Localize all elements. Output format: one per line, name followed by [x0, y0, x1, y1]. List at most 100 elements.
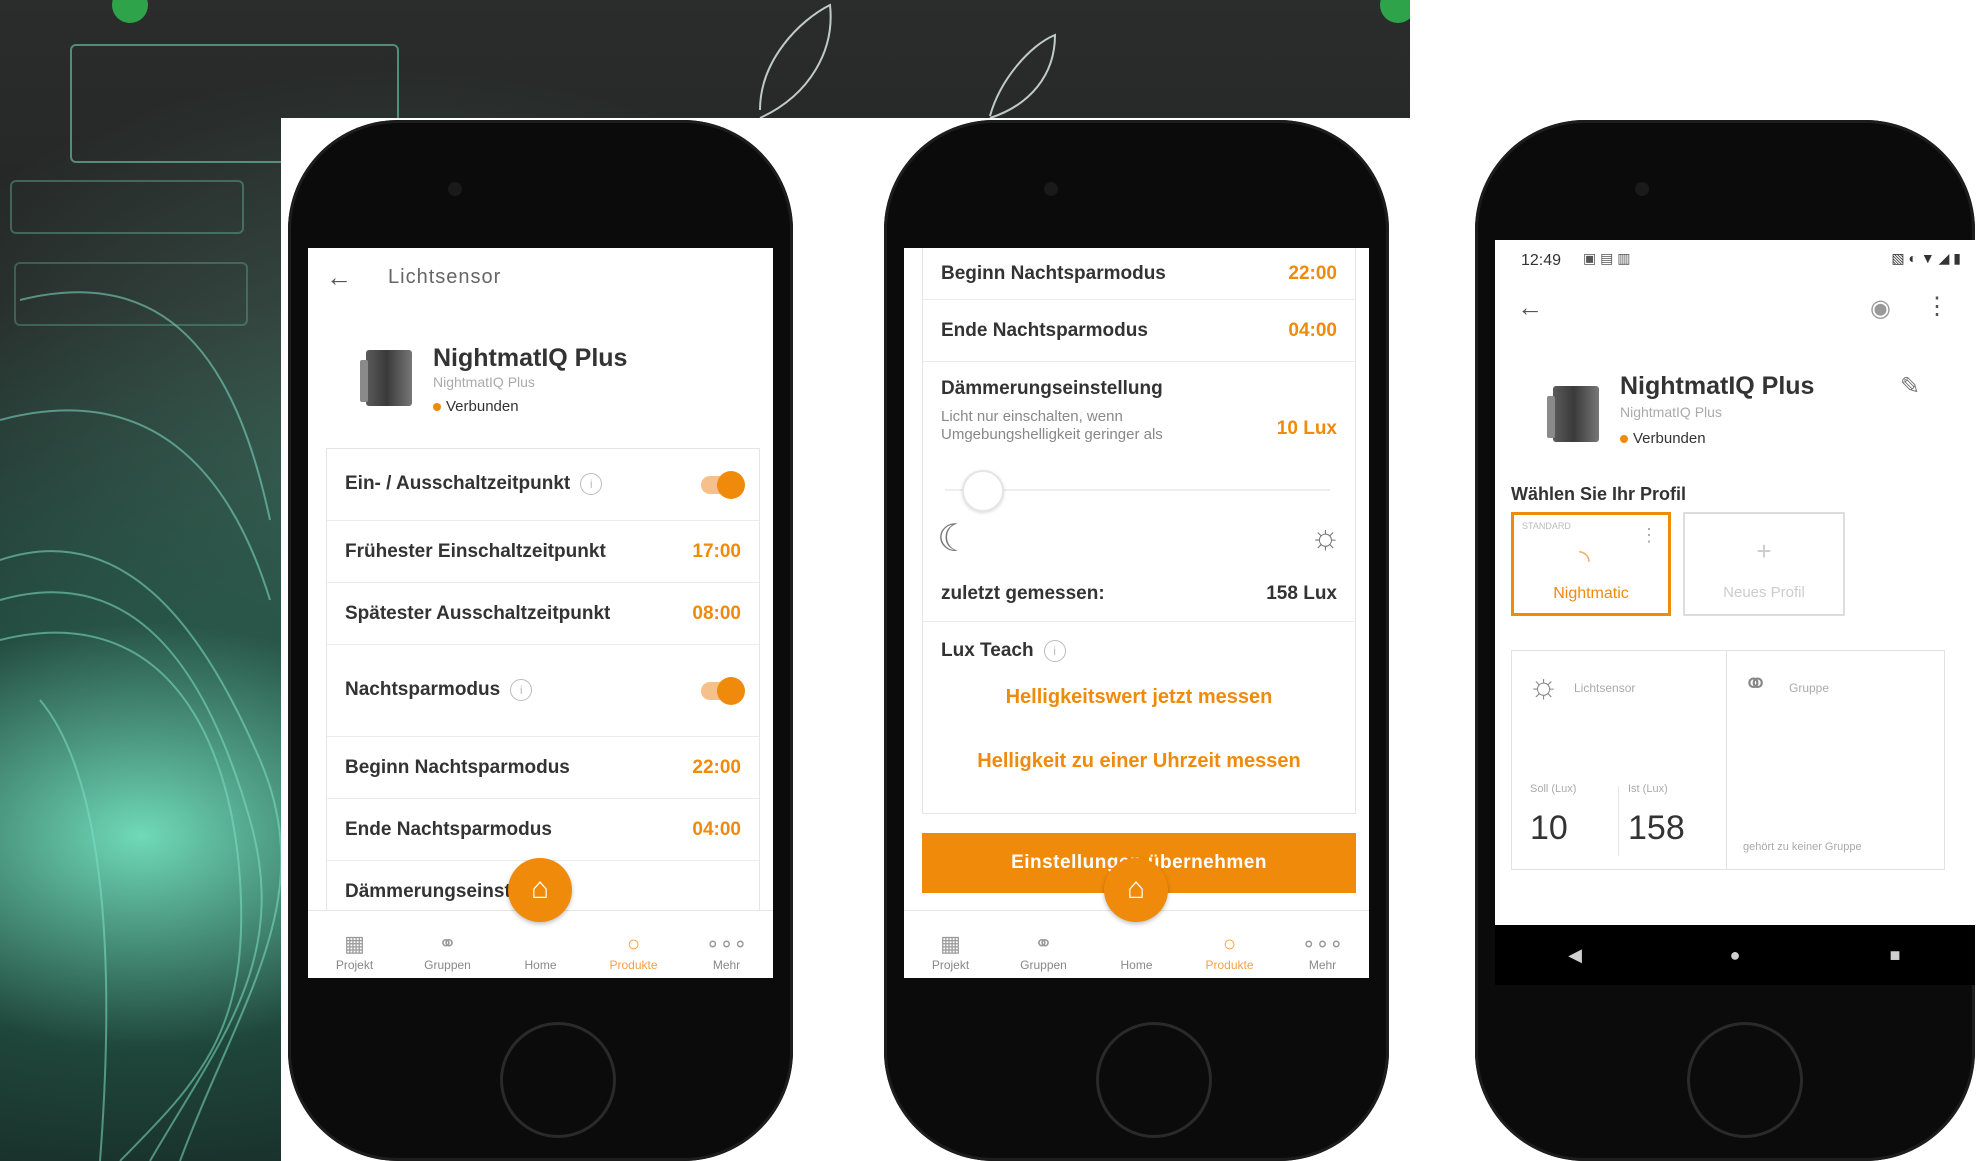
row-value: 22:00 — [1288, 262, 1337, 284]
hardware-home-button — [1096, 1022, 1212, 1138]
tab-mehr[interactable]: ∘∘∘ Mehr — [687, 930, 767, 972]
profile-card-new[interactable]: + Neues Profil — [1683, 512, 1845, 616]
group-note: gehört zu keiner Gruppe — [1743, 841, 1862, 853]
lux-teach-label: Lux Teach i — [941, 640, 1066, 662]
system-icons: ▧ ◐ ▼ ◢ ▮ — [1891, 250, 1961, 266]
profile-heading: Wählen Sie Ihr Profil — [1511, 484, 1687, 504]
measure-at-time-link[interactable]: Helligkeit zu einer Uhrzeit messen — [923, 750, 1355, 773]
notification-icons: ▣ ▤ ▥ — [1583, 250, 1631, 266]
group-card[interactable]: ⚭ Gruppe gehört zu keiner Gruppe — [1727, 650, 1945, 870]
row-label: Beginn Nachtsparmodus — [345, 756, 570, 778]
row-label: Beginn Nachtsparmodus — [941, 262, 1166, 284]
settings-card: Ein- / Ausschaltzeitpunkt i Frühester Ein… — [326, 448, 760, 929]
tab-label: Produkte — [1205, 958, 1254, 972]
tab-projekt[interactable]: ▦ Projekt — [315, 930, 395, 972]
row-night-start[interactable]: Beginn Nachtsparmodus 22:00 — [327, 737, 759, 799]
tab-mehr[interactable]: ∘∘∘ Mehr — [1283, 930, 1363, 972]
tab-label: Gruppen — [1020, 958, 1067, 972]
profile-new-label: Neues Profil — [1723, 584, 1805, 601]
row-on-off-time[interactable]: Ein- / Ausschaltzeitpunkt i — [327, 449, 759, 521]
nightmatic-icon: ◝ — [1579, 544, 1590, 575]
row-night-start[interactable]: Beginn Nachtsparmodus 22:00 — [923, 248, 1355, 300]
hud-bar — [14, 262, 248, 326]
tab-gruppen[interactable]: ⚭ Gruppen — [1004, 930, 1084, 972]
nav-back-icon[interactable]: ◀ — [1545, 945, 1605, 966]
profile-standard-tag: STANDARD — [1522, 521, 1571, 531]
circle-icon: ○ — [1222, 931, 1237, 956]
info-icon[interactable]: i — [580, 473, 603, 496]
toggle-switch[interactable] — [701, 676, 745, 705]
dusk-description-line-2: Umgebungshelligkeit geringer als — [941, 426, 1163, 443]
android-nav-bar: ◀ ● ■ — [1495, 925, 1975, 985]
row-night-saving[interactable]: Nachtsparmodus i — [327, 645, 759, 737]
groups-icon: ⚭ — [1034, 931, 1053, 956]
row-night-end[interactable]: Ende Nachtsparmodus 04:00 — [923, 300, 1355, 362]
toggle-switch[interactable] — [701, 470, 745, 499]
background-white-corner — [1410, 0, 1977, 118]
overflow-menu-icon[interactable]: ⋮ — [1925, 292, 1949, 321]
row-night-end[interactable]: Ende Nachtsparmodus 04:00 — [327, 799, 759, 861]
tab-produkte[interactable]: ○ Produkte — [594, 930, 674, 972]
row-value: 08:00 — [692, 602, 741, 624]
status-dot-icon — [1620, 435, 1628, 444]
device-image — [1547, 386, 1599, 442]
tab-label: Projekt — [335, 958, 374, 972]
slider-thumb[interactable] — [962, 470, 1005, 512]
tab-home[interactable]: Home — [501, 930, 581, 972]
nav-home-icon[interactable]: ● — [1705, 945, 1765, 966]
plus-icon: + — [1756, 536, 1772, 566]
settings-card: Beginn Nachtsparmodus 22:00 Ende Nachtsp… — [922, 248, 1356, 814]
row-value: 22:00 — [692, 756, 741, 778]
status-text: Verbunden — [446, 398, 519, 415]
dusk-value: 10 Lux — [1276, 418, 1337, 439]
tab-label: Home — [1120, 958, 1153, 972]
status-text: Verbunden — [1633, 430, 1706, 447]
group-icon: ⚭ — [1743, 668, 1769, 701]
circle-icon: ○ — [626, 931, 641, 956]
moon-icon: ☾ — [937, 518, 972, 560]
phone-2: Beginn Nachtsparmodus 22:00 Ende Nachtsp… — [884, 120, 1389, 1161]
tab-label: Home — [524, 958, 557, 972]
status-badge: Verbunden — [433, 398, 519, 415]
eye-icon[interactable]: ◉ — [1870, 294, 1891, 323]
more-dots-icon: ∘∘∘ — [705, 931, 748, 956]
back-arrow-icon[interactable]: ← — [326, 262, 352, 293]
sensor-card[interactable]: ☼ Lichtsensor Soll (Lux) Ist (Lux) 10 15… — [1511, 650, 1727, 870]
row-earliest-on[interactable]: Frühester Einschaltzeitpunkt 17:00 — [327, 521, 759, 583]
info-icon[interactable]: i — [1043, 640, 1066, 662]
device-model: NightmatIQ Plus — [433, 374, 535, 390]
hud-bar — [10, 180, 244, 234]
profile-card-nightmatic[interactable]: STANDARD ⋮ ◝ Nightmatic — [1511, 512, 1671, 616]
tab-label: Projekt — [931, 958, 970, 972]
row-value: 04:00 — [692, 818, 741, 840]
back-arrow-icon[interactable]: ← — [1517, 292, 1543, 323]
home-fab-button[interactable]: ⌂ — [1104, 858, 1168, 922]
phone-3-screen: 12:49 ▣ ▤ ▥ ▧ ◐ ▼ ◢ ▮ ← ◉ ⋮ NightmatIQ P… — [1495, 240, 1975, 985]
row-label: Dämmerungseinst — [345, 881, 511, 902]
tab-gruppen[interactable]: ⚭ Gruppen — [408, 930, 488, 972]
nav-recent-icon[interactable]: ■ — [1865, 945, 1925, 966]
tab-projekt[interactable]: ▦ Projekt — [911, 930, 991, 972]
phone-2-screen: Beginn Nachtsparmodus 22:00 Ende Nachtsp… — [904, 248, 1369, 978]
row-latest-off[interactable]: Spätester Ausschaltzeitpunkt 08:00 — [327, 583, 759, 645]
sun-icon: ☼ — [1309, 518, 1341, 556]
edit-pencil-icon[interactable]: ✎ — [1900, 372, 1920, 401]
dusk-description-line-1: Licht nur einschalten, wenn — [941, 408, 1123, 425]
measure-now-link[interactable]: Helligkeitswert jetzt messen — [923, 686, 1355, 709]
device-name: NightmatIQ Plus — [433, 344, 628, 372]
home-fab-button[interactable]: ⌂ — [508, 858, 572, 922]
row-label: Ein- / Ausschaltzeitpunkt — [345, 473, 571, 495]
row-label: Ende Nachtsparmodus — [345, 818, 552, 840]
info-icon[interactable]: i — [510, 679, 533, 702]
row-label: Ende Nachtsparmodus — [941, 319, 1148, 341]
lux-slider[interactable] — [945, 470, 1330, 512]
group-title: Gruppe — [1789, 681, 1830, 695]
tab-home[interactable]: Home — [1097, 930, 1177, 972]
profile-menu-icon[interactable]: ⋮ — [1640, 525, 1658, 546]
sun-icon: ☼ — [1528, 667, 1560, 705]
ist-value: 158 — [1628, 809, 1685, 847]
front-camera — [1635, 182, 1649, 196]
dusk-description: Licht nur einschalten, wenn Umgebungshel… — [941, 408, 1163, 444]
status-bar: 12:49 ▣ ▤ ▥ ▧ ◐ ▼ ◢ ▮ — [1495, 240, 1975, 282]
tab-produkte[interactable]: ○ Produkte — [1190, 930, 1270, 972]
